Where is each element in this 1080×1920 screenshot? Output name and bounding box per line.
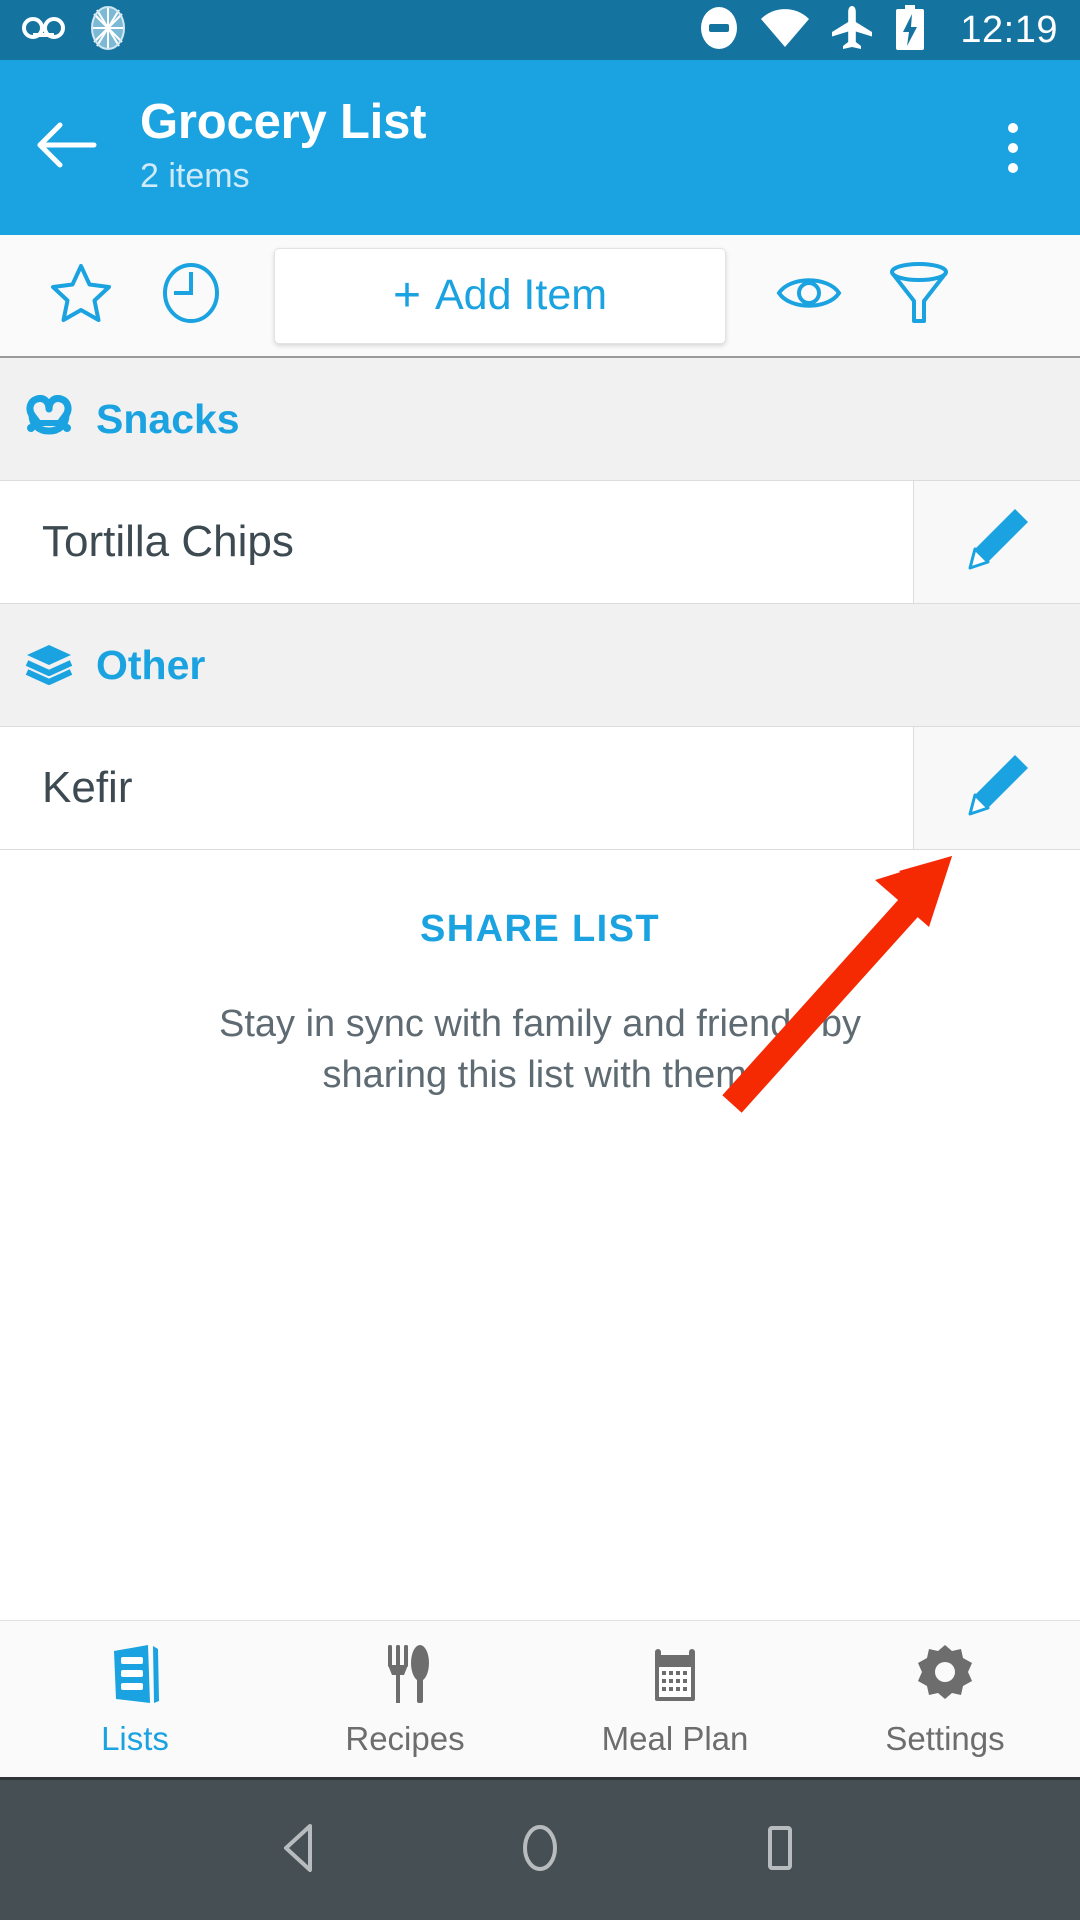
page-title: Grocery List	[140, 95, 427, 150]
list-item[interactable]: Kefir	[0, 727, 1080, 850]
category-label: Other	[96, 641, 206, 688]
list-item[interactable]: Tortilla Chips	[0, 481, 1080, 604]
add-item-button[interactable]: + Add Item	[274, 247, 726, 344]
phone-screen: 12:19 Grocery List 2 items + Add Item Sn…	[0, 0, 1080, 1920]
nav-item-recipes[interactable]: Recipes	[270, 1641, 540, 1758]
back-button[interactable]	[32, 113, 102, 183]
airplane-mode-icon	[830, 5, 874, 56]
funnel-icon	[888, 261, 950, 330]
voicemail-icon	[22, 13, 66, 48]
android-back-button[interactable]	[180, 1780, 420, 1920]
overflow-menu-icon	[1008, 122, 1018, 133]
back-arrow-icon	[36, 121, 98, 174]
android-home-button[interactable]	[420, 1780, 660, 1920]
item-name: Kefir	[42, 763, 133, 812]
battery-charging-icon	[894, 4, 926, 56]
category-header-snacks[interactable]: Snacks	[0, 358, 1080, 481]
category-header-other[interactable]: Other	[0, 604, 1080, 727]
share-description: Stay in sync with family and friends by …	[218, 1003, 862, 1096]
wifi-icon	[760, 7, 810, 54]
pencil-icon	[958, 747, 1036, 830]
category-label: Snacks	[96, 395, 240, 442]
pencil-icon	[958, 501, 1036, 584]
overflow-menu-icon-dot3	[1008, 162, 1018, 173]
android-system-nav	[0, 1777, 1080, 1920]
layers-icon	[24, 641, 74, 690]
grocery-list: Snacks Tortilla Chips Other Kefir SHARE …	[0, 358, 1080, 1620]
eye-icon	[776, 270, 842, 321]
overflow-menu-button[interactable]	[978, 105, 1048, 191]
nav-item-meal-plan[interactable]: Meal Plan	[540, 1641, 810, 1758]
pretzel-icon	[24, 394, 74, 444]
status-bar: 12:19	[0, 0, 1080, 60]
star-outline-icon	[50, 263, 112, 328]
nav-label: Lists	[101, 1719, 169, 1757]
add-item-label: Add Item	[434, 271, 608, 319]
app-bar: Grocery List 2 items	[0, 60, 1080, 235]
android-recents-button[interactable]	[660, 1780, 900, 1920]
list-toolbar: + Add Item	[0, 235, 1080, 358]
gear-icon	[914, 1641, 976, 1712]
edit-button-kefir[interactable]	[913, 727, 1080, 849]
nav-label: Recipes	[345, 1719, 465, 1757]
history-button[interactable]	[136, 241, 246, 351]
clock-icon	[161, 262, 221, 329]
status-bar-right-icons: 12:19	[698, 4, 1058, 56]
nav-label: Meal Plan	[601, 1719, 749, 1757]
nav-label: Settings	[885, 1719, 1005, 1757]
plus-icon: +	[392, 268, 421, 322]
favorites-button[interactable]	[26, 241, 136, 351]
share-list-link[interactable]: SHARE LIST	[0, 908, 1080, 951]
overflow-menu-icon-dot2	[1008, 142, 1018, 153]
fork-spoon-icon	[374, 1641, 436, 1712]
android-recents-icon	[756, 1822, 804, 1879]
share-section: SHARE LIST Stay in sync with family and …	[0, 850, 1080, 1101]
visibility-button[interactable]	[754, 241, 864, 351]
bottom-navigation: Lists Recipes Meal Plan Settings	[0, 1620, 1080, 1777]
nav-item-lists[interactable]: Lists	[0, 1641, 270, 1758]
status-bar-left-icons	[22, 5, 128, 55]
lists-icon	[104, 1641, 166, 1712]
sync-spinner-icon	[88, 5, 128, 55]
app-bar-titles: Grocery List 2 items	[140, 95, 426, 200]
filter-button[interactable]	[864, 241, 974, 351]
item-name: Tortilla Chips	[42, 517, 294, 566]
status-bar-clock: 12:19	[960, 8, 1058, 51]
page-subtitle: 2 items	[140, 156, 250, 195]
calendar-icon	[644, 1641, 706, 1712]
nav-item-settings[interactable]: Settings	[810, 1641, 1080, 1758]
edit-button-tortilla-chips[interactable]	[913, 481, 1080, 603]
android-home-icon	[516, 1822, 564, 1879]
android-back-icon	[276, 1822, 324, 1879]
do-not-disturb-icon	[698, 5, 740, 56]
